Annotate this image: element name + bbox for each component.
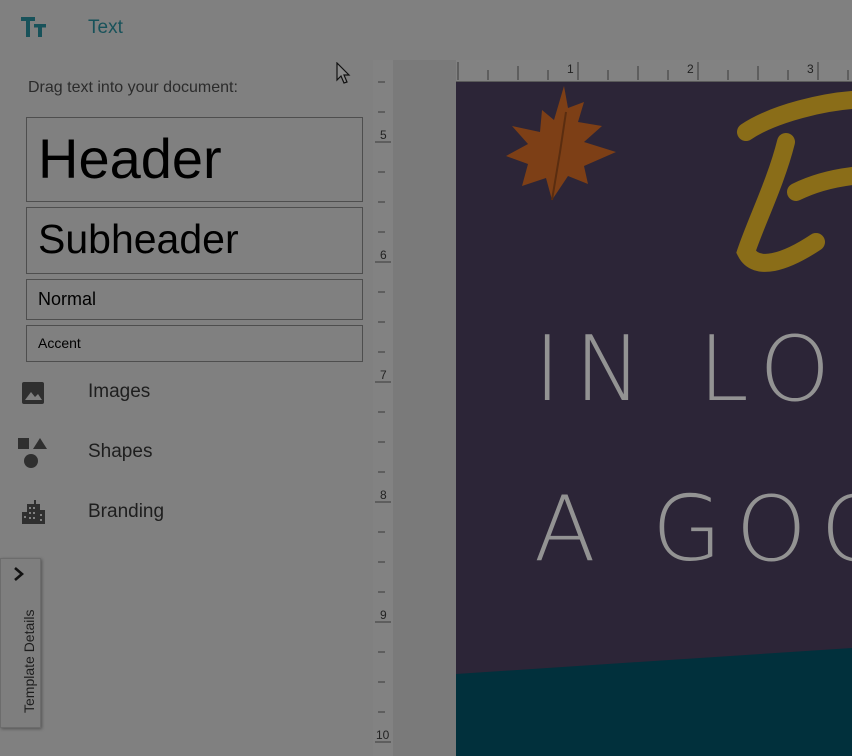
- ruler-label: 2: [687, 62, 694, 76]
- ruler-label: 5: [380, 128, 387, 142]
- text-style-label: Accent: [38, 335, 81, 351]
- sidebar: Drag text into your document: Header Sub…: [0, 60, 373, 756]
- ruler-label: 7: [380, 368, 387, 382]
- document-text-line[interactable]: A GOO: [534, 477, 852, 582]
- building-icon: [22, 500, 45, 524]
- ruler-label: 10: [376, 728, 390, 742]
- sidebar-item-label: Images: [88, 381, 151, 402]
- text-style-label: Subheader: [38, 216, 239, 262]
- chevron-right-icon: [14, 567, 24, 581]
- text-tt-icon: [21, 17, 46, 37]
- ruler-label: 3: [807, 62, 814, 76]
- vertical-ruler: 5 6 7 8 9 10: [373, 60, 393, 756]
- template-details-label: Template Details: [21, 609, 37, 714]
- document-canvas[interactable]: 1 2 3 5 6 7 8 9 10 IN LO A GO: [373, 60, 852, 756]
- sidebar-item-label: Branding: [88, 501, 165, 522]
- text-style-accent[interactable]: Accent: [26, 325, 363, 362]
- image-icon: [22, 382, 44, 404]
- leaf-graphic: [506, 86, 616, 201]
- text-style-label: Header: [38, 127, 222, 190]
- sidebar-item-branding[interactable]: Branding: [0, 490, 373, 534]
- text-style-header[interactable]: Header: [26, 117, 363, 202]
- panel-title: Text: [88, 17, 123, 38]
- template-details-tab[interactable]: Template Details: [0, 558, 41, 728]
- document-page[interactable]: IN LO A GOO: [456, 82, 852, 756]
- text-style-label: Normal: [38, 289, 97, 309]
- document-text-line[interactable]: IN LO: [534, 317, 844, 422]
- text-style-subheader[interactable]: Subheader: [26, 207, 363, 274]
- ruler-label: 6: [380, 248, 387, 262]
- ruler-label: 8: [380, 488, 387, 502]
- teal-band: [456, 648, 852, 756]
- mouse-cursor-icon: [336, 62, 351, 84]
- sidebar-item-label: Shapes: [88, 441, 153, 462]
- sidebar-item-shapes[interactable]: Shapes: [0, 430, 373, 474]
- shapes-icon: [18, 438, 47, 468]
- horizontal-ruler: 1 2 3: [456, 60, 852, 82]
- script-stroke-graphic: [736, 91, 852, 272]
- sidebar-item-images[interactable]: Images: [0, 370, 373, 414]
- text-style-normal[interactable]: Normal: [26, 279, 363, 320]
- ruler-label: 1: [567, 62, 574, 76]
- top-bar: Text: [0, 0, 852, 60]
- ruler-label: 9: [380, 608, 387, 622]
- drag-hint: Drag text into your document:: [28, 79, 238, 96]
